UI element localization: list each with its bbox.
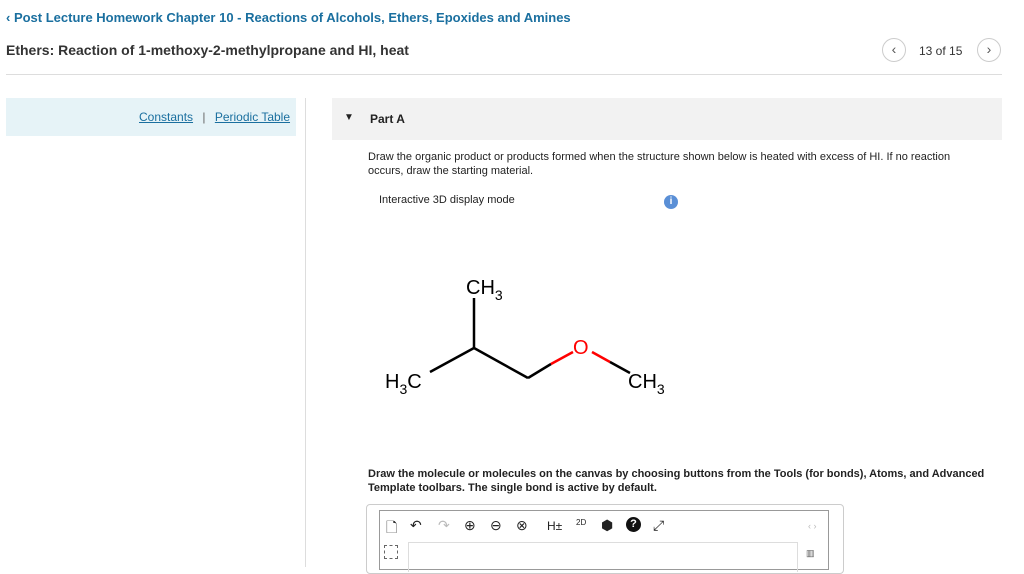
bond — [527, 362, 552, 380]
clean-2d-button[interactable]: 2D — [576, 518, 586, 527]
periodic-table-tool-icon[interactable]: ▥ — [806, 548, 815, 559]
bond — [429, 346, 475, 374]
bond-oxygen — [550, 350, 574, 366]
help-icon[interactable]: ? — [626, 517, 641, 532]
bond — [473, 346, 529, 380]
bond-oxygen — [591, 350, 611, 364]
atom-label-oxygen: O — [573, 337, 589, 359]
redo-icon[interactable]: ↷ — [438, 517, 450, 534]
zoom-in-icon[interactable]: ⊕ — [464, 517, 476, 534]
drawing-canvas[interactable] — [408, 542, 798, 572]
info-hexagon-icon[interactable]: ⬢ — [601, 517, 613, 534]
atom-label-ch3-right: CH3 — [628, 371, 665, 397]
fullscreen-icon[interactable]: ⤢ — [653, 517, 664, 534]
bond — [609, 360, 631, 375]
new-document-icon[interactable]: 🗋 — [386, 517, 397, 541]
zoom-out-icon[interactable]: ⊖ — [490, 517, 502, 534]
atom-label-h3c: H3C — [385, 371, 422, 397]
select-tool-icon[interactable] — [384, 545, 398, 559]
toolbar-scroll-arrows[interactable]: ‹ › — [808, 521, 817, 531]
zoom-reset-icon[interactable]: ⊗ — [516, 517, 528, 534]
undo-icon[interactable]: ↶ — [410, 517, 422, 534]
drawing-instructions: Draw the molecule or molecules on the ca… — [368, 468, 985, 494]
atom-label-ch3-top: CH3 — [466, 277, 503, 303]
hydrogen-toggle-button[interactable]: H± — [547, 519, 562, 533]
